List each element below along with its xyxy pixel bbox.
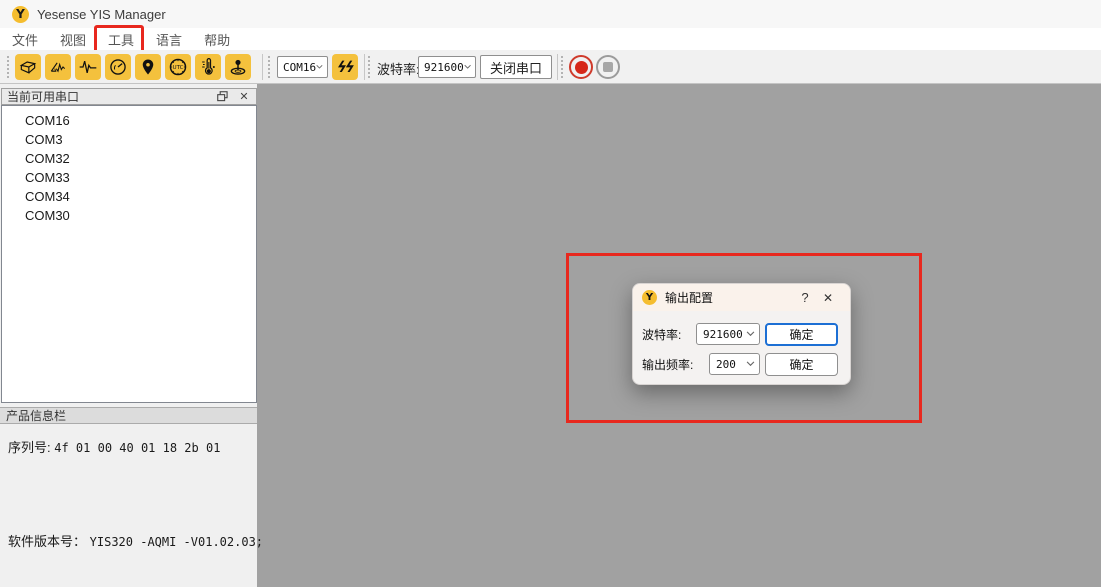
close-panel-icon[interactable]: ✕ bbox=[237, 90, 251, 104]
dialog-baud-select[interactable]: 921600 bbox=[696, 323, 760, 345]
stop-button[interactable] bbox=[596, 55, 620, 79]
dialog-baud-confirm-button[interactable]: 确定 bbox=[765, 323, 838, 346]
utc-clock-glyph: UTC bbox=[168, 57, 188, 77]
menu-tools[interactable]: 工具 bbox=[98, 28, 144, 51]
product-info-header: 产品信息栏 bbox=[0, 407, 257, 424]
dialog-logo-icon: Y bbox=[642, 290, 657, 305]
port-select-value: COM16 bbox=[283, 61, 316, 74]
toolbar-grip[interactable] bbox=[368, 56, 371, 78]
utc-clock-icon[interactable]: UTC bbox=[165, 54, 191, 80]
software-version-label: 软件版本号： bbox=[8, 534, 86, 549]
dialog-close-button[interactable]: ✕ bbox=[815, 291, 841, 305]
menu-bar: 文件 视图 工具 语言 帮助 bbox=[0, 28, 1101, 50]
dialog-help-button[interactable]: ? bbox=[795, 290, 815, 305]
output-rate-row: 输出频率: 200 确定 bbox=[633, 352, 851, 376]
chevron-down-icon bbox=[746, 361, 755, 367]
location-pin-icon[interactable] bbox=[135, 54, 161, 80]
dialog-baud-label: 波特率: bbox=[642, 326, 681, 343]
port-list-item[interactable]: COM16 bbox=[2, 111, 256, 130]
record-button[interactable] bbox=[569, 55, 593, 79]
toolbar-separator bbox=[557, 54, 558, 80]
window-title: Yesense YIS Manager bbox=[37, 7, 166, 22]
gauge-icon[interactable] bbox=[105, 54, 131, 80]
thermometer-glyph bbox=[198, 57, 218, 77]
angle-wave-icon[interactable] bbox=[45, 54, 71, 80]
chevron-down-icon bbox=[316, 64, 323, 70]
dialog-output-rate-select[interactable]: 200 bbox=[709, 353, 760, 375]
location-pin-glyph bbox=[139, 58, 157, 76]
refresh-icon: ϟϟ bbox=[336, 58, 354, 76]
waveform-icon[interactable] bbox=[75, 54, 101, 80]
chevron-down-icon bbox=[464, 64, 471, 70]
available-ports-list: COM16 COM3 COM32 COM33 COM34 COM30 bbox=[1, 105, 257, 403]
serial-number-row: 序列号: 4f 01 00 40 01 18 2b 01 bbox=[8, 437, 220, 456]
joystick-icon[interactable] bbox=[225, 54, 251, 80]
dialog-output-rate-value: 200 bbox=[716, 358, 736, 371]
serial-number-label: 序列号: bbox=[8, 440, 51, 455]
serial-number-value: 4f 01 00 40 01 18 2b 01 bbox=[54, 441, 220, 455]
thermometer-icon[interactable] bbox=[195, 54, 221, 80]
port-list-item[interactable]: COM33 bbox=[2, 168, 256, 187]
close-serial-port-button[interactable]: 关闭串口 bbox=[480, 55, 552, 79]
dialog-title: 输出配置 bbox=[665, 289, 795, 306]
dialog-baud-value: 921600 bbox=[703, 328, 743, 341]
app-logo-icon: Y bbox=[12, 6, 29, 23]
stop-icon bbox=[603, 62, 613, 72]
dialog-output-rate-confirm-button[interactable]: 确定 bbox=[765, 353, 838, 376]
svg-text:UTC: UTC bbox=[173, 65, 184, 71]
dialog-title-bar: Y 输出配置 ? ✕ bbox=[633, 284, 850, 311]
product-info-title: 产品信息栏 bbox=[6, 407, 66, 424]
cube-3d-icon[interactable] bbox=[15, 54, 41, 80]
software-version-row: 软件版本号： YIS320 -AQMI -V01.02.03; bbox=[8, 531, 263, 550]
baud-rate-row: 波特率: 921600 确定 bbox=[633, 322, 851, 346]
dialog-output-rate-label: 输出频率: bbox=[642, 356, 693, 373]
waveform-glyph bbox=[78, 57, 98, 77]
float-panel-icon[interactable] bbox=[215, 90, 229, 104]
toolbar-grip[interactable] bbox=[561, 56, 564, 78]
port-list-item[interactable]: COM32 bbox=[2, 149, 256, 168]
toolbar-grip[interactable] bbox=[268, 56, 271, 78]
toolbar-grip[interactable] bbox=[7, 56, 10, 78]
port-list-item[interactable]: COM34 bbox=[2, 187, 256, 206]
toolbar-separator bbox=[364, 54, 365, 80]
record-icon bbox=[575, 61, 588, 74]
menu-help[interactable]: 帮助 bbox=[194, 28, 240, 51]
joystick-glyph bbox=[228, 57, 248, 77]
cube-3d-glyph bbox=[18, 57, 38, 77]
baud-rate-value: 921600 bbox=[424, 61, 464, 74]
ports-panel-title: 当前可用串口 bbox=[7, 88, 79, 105]
menu-file[interactable]: 文件 bbox=[2, 28, 48, 51]
title-bar: Y Yesense YIS Manager bbox=[0, 0, 1101, 28]
menu-view[interactable]: 视图 bbox=[50, 28, 96, 51]
baud-rate-label: 波特率: bbox=[377, 59, 420, 78]
port-select[interactable]: COM16 bbox=[277, 56, 328, 78]
toolbar-separator bbox=[262, 54, 263, 80]
software-version-value: YIS320 -AQMI -V01.02.03; bbox=[90, 535, 263, 549]
output-config-dialog: Y 输出配置 ? ✕ 波特率: 921600 确定 输出频率: 200 确定 bbox=[632, 283, 851, 385]
angle-wave-glyph bbox=[48, 57, 68, 77]
port-list-item[interactable]: COM30 bbox=[2, 206, 256, 225]
port-list-item[interactable]: COM3 bbox=[2, 130, 256, 149]
baud-rate-select[interactable]: 921600 bbox=[418, 56, 476, 78]
menu-language[interactable]: 语言 bbox=[146, 28, 192, 51]
ports-panel-header: 当前可用串口 ✕ bbox=[1, 88, 257, 105]
gauge-glyph bbox=[108, 57, 128, 77]
refresh-ports-button[interactable]: ϟϟ bbox=[332, 54, 358, 80]
chevron-down-icon bbox=[746, 331, 755, 337]
